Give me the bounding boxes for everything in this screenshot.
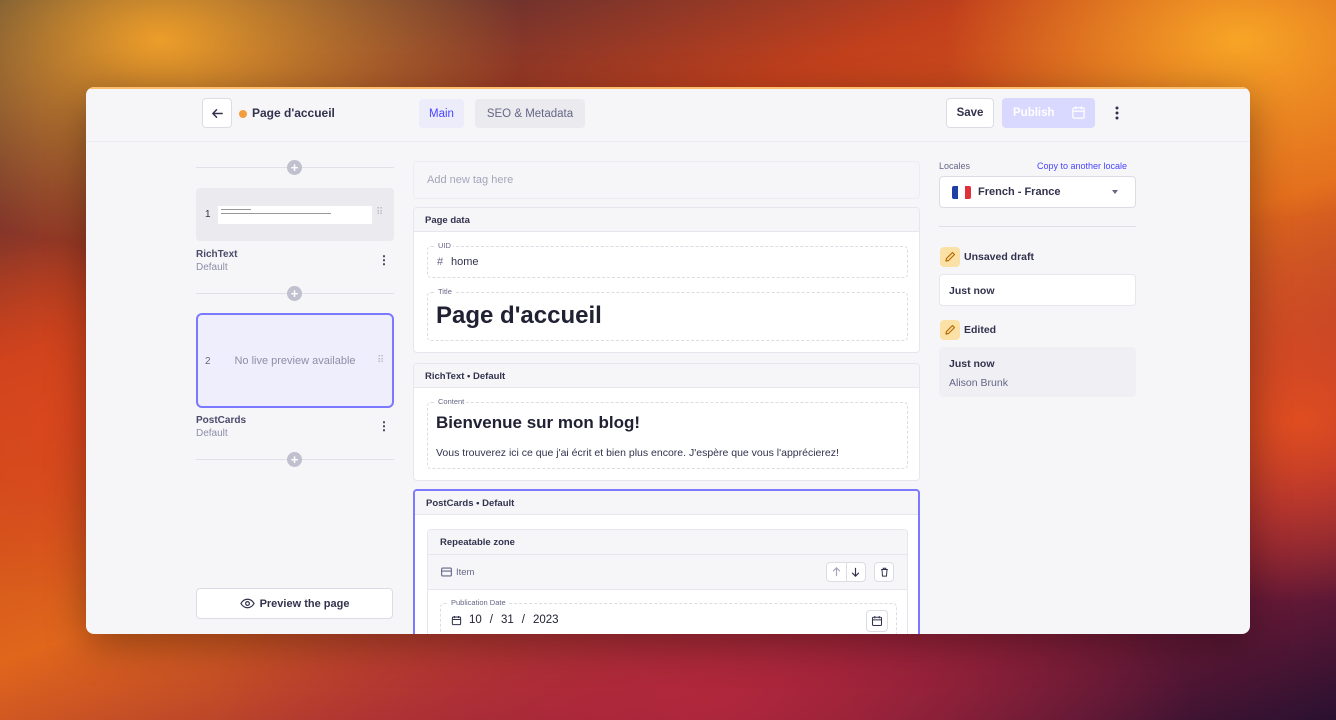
card-heading: RichText • Default xyxy=(414,364,919,388)
date-separator: / xyxy=(521,614,525,626)
reorder-buttons xyxy=(826,562,866,582)
uid-field[interactable]: UID # home xyxy=(427,241,908,278)
block-thumbnail-richtext[interactable]: 1 ⠿ xyxy=(196,188,394,241)
richtext-card: RichText • Default Content Bienvenue sur… xyxy=(413,363,920,481)
title-field[interactable]: Title Page d'accueil xyxy=(427,287,908,341)
drag-handle-icon[interactable]: ⠿ xyxy=(376,207,383,218)
publish-label: Publish xyxy=(1013,107,1055,119)
page-title: Page d'accueil xyxy=(252,106,335,120)
calendar-icon xyxy=(451,616,462,626)
repeatable-zone-heading: Repeatable zone xyxy=(428,530,907,555)
add-block-icon[interactable]: + xyxy=(287,160,302,175)
unsaved-draft-label: Unsaved draft xyxy=(964,251,1035,263)
copy-to-locale-link[interactable]: Copy to another locale xyxy=(1037,161,1127,171)
arrow-up-icon xyxy=(832,567,840,577)
move-down-button[interactable] xyxy=(847,563,866,581)
locale-value: French - France xyxy=(978,186,1061,198)
editor-window: Page d'accueil Main SEO & Metadata Save … xyxy=(86,87,1250,634)
date-picker-button[interactable] xyxy=(866,610,888,632)
tab-seo-metadata[interactable]: SEO & Metadata xyxy=(475,99,585,128)
block-menu-icon[interactable]: ⋮ xyxy=(378,419,390,433)
edited-label: Edited xyxy=(964,324,997,336)
block-menu-icon[interactable]: ⋮ xyxy=(378,253,390,267)
card-heading: Page data xyxy=(414,208,919,232)
flag-stripe-red xyxy=(964,186,971,199)
eye-icon xyxy=(239,598,255,609)
move-up-button[interactable] xyxy=(827,563,847,581)
pencil-icon xyxy=(940,247,960,267)
preview-page-button[interactable]: Preview the page xyxy=(196,588,393,619)
back-button[interactable] xyxy=(202,98,232,128)
tag-input[interactable]: Add new tag here xyxy=(413,161,920,199)
more-vertical-icon xyxy=(1115,106,1119,120)
tab-main[interactable]: Main xyxy=(419,99,464,128)
block-variant: Default xyxy=(196,262,228,273)
edited-box: Just now Alison Brunk xyxy=(939,347,1136,397)
uid-value: home xyxy=(451,256,479,268)
pencil-icon xyxy=(940,320,960,340)
card-heading: PostCards • Default xyxy=(415,491,918,515)
item-label: Item xyxy=(456,567,475,578)
calendar-icon xyxy=(871,616,883,627)
date-day[interactable]: 31 xyxy=(501,614,514,626)
field-label: Publication Date xyxy=(449,598,508,607)
more-actions-button[interactable] xyxy=(1106,102,1128,124)
locales-label: Locales xyxy=(939,161,971,171)
unsaved-time: Just now xyxy=(949,285,995,297)
field-label: Content xyxy=(436,397,467,406)
postcards-card: PostCards • Default Repeatable zone Item xyxy=(413,489,920,634)
block-variant: Default xyxy=(196,428,228,439)
unsaved-draft-box: Just now xyxy=(939,274,1136,306)
no-preview-message: No live preview available xyxy=(234,355,356,367)
date-year[interactable]: 2023 xyxy=(533,614,559,626)
date-value[interactable]: 10 / 31 / 2023 xyxy=(469,614,559,626)
publish-button[interactable]: Publish xyxy=(1002,98,1095,128)
title-value: Page d'accueil xyxy=(436,302,602,329)
editor-header: Page d'accueil Main SEO & Metadata Save … xyxy=(86,87,1250,142)
page-data-card: Page data UID # home Title Page d'accuei… xyxy=(413,207,920,353)
content-heading: Bienvenue sur mon blog! xyxy=(436,413,641,432)
edited-time: Just now xyxy=(949,358,995,370)
block-thumbnail-postcards[interactable]: 2 No live preview available ⠿ xyxy=(196,313,394,408)
trash-icon xyxy=(880,567,888,577)
content-text: Vous trouverez ici ce que j'ai écrit et … xyxy=(436,447,839,459)
add-block-icon[interactable]: + xyxy=(287,452,302,467)
component-icon xyxy=(441,567,452,577)
add-block-icon[interactable]: + xyxy=(287,286,302,301)
field-label: Title xyxy=(436,287,454,296)
right-divider xyxy=(939,226,1136,227)
block-title: PostCards xyxy=(196,415,247,426)
date-separator: / xyxy=(489,614,493,626)
date-month[interactable]: 10 xyxy=(469,614,482,626)
calendar-icon[interactable] xyxy=(1071,105,1086,120)
chevron-down-icon xyxy=(1112,190,1118,194)
richtext-mini-preview xyxy=(218,206,372,224)
edited-by: Alison Brunk xyxy=(949,377,1008,389)
arrow-left-icon xyxy=(211,108,223,118)
arrow-down-icon xyxy=(852,567,860,577)
drag-handle-icon[interactable]: ⠿ xyxy=(377,355,384,366)
field-label: UID xyxy=(436,241,453,250)
block-title: RichText xyxy=(196,249,238,260)
france-flag-icon xyxy=(952,186,971,199)
publication-date-field[interactable]: Publication Date 10 / 31 / 2023 xyxy=(440,598,897,634)
content-field[interactable]: Content Bienvenue sur mon blog! Vous tro… xyxy=(427,397,908,469)
repeatable-item-header[interactable]: Item xyxy=(428,555,907,590)
block-index: 1 xyxy=(205,209,211,220)
save-button[interactable]: Save xyxy=(946,98,994,128)
repeatable-zone: Repeatable zone Item Publication Date 10… xyxy=(427,529,908,634)
delete-item-button[interactable] xyxy=(874,562,894,582)
draft-status-dot xyxy=(239,110,247,118)
preview-page-label: Preview the page xyxy=(259,597,350,610)
locale-select[interactable]: French - France xyxy=(939,176,1136,208)
hash-icon: # xyxy=(437,256,444,268)
